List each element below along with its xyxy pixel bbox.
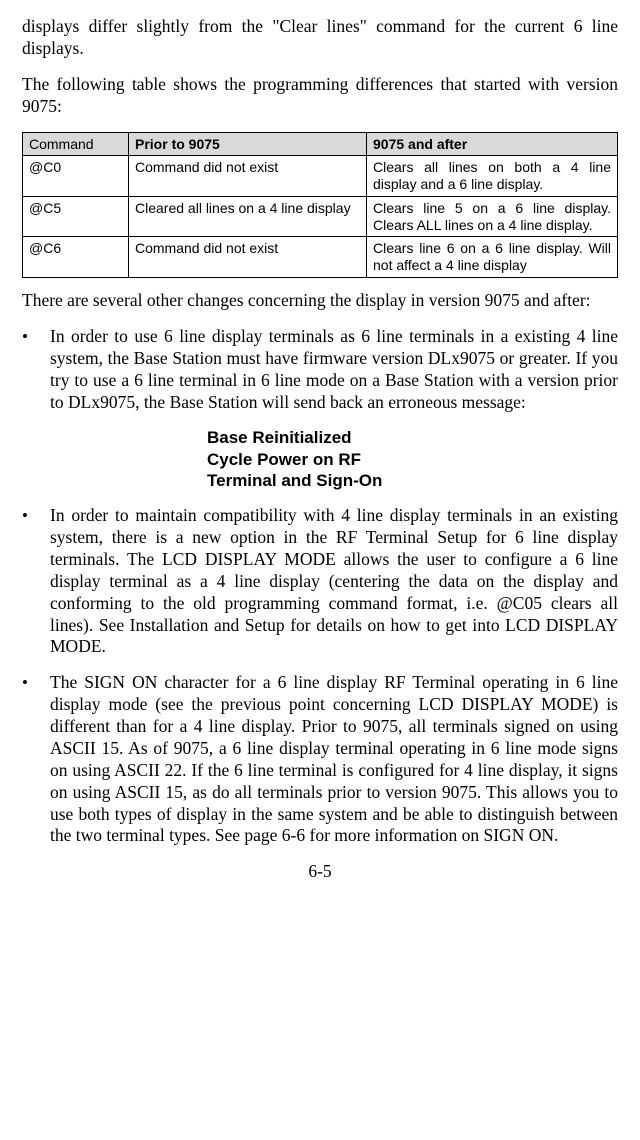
bullet-text-1: In order to use 6 line display terminals… bbox=[50, 326, 618, 414]
bullet-list: • In order to use 6 line display termina… bbox=[22, 326, 618, 414]
list-item: • In order to maintain compatibility wit… bbox=[22, 505, 618, 658]
bullet-text-2: In order to maintain compatibility with … bbox=[50, 505, 618, 658]
cell-cmd: @C5 bbox=[23, 196, 129, 237]
error-message-block: Base Reinitialized Cycle Power on RF Ter… bbox=[22, 427, 618, 491]
cell-after: Clears line 6 on a 6 line display. Will … bbox=[367, 237, 618, 278]
page-number: 6-5 bbox=[22, 861, 618, 883]
cell-prior: Command did not exist bbox=[129, 156, 367, 197]
cell-cmd: @C6 bbox=[23, 237, 129, 278]
table-row: @C6 Command did not exist Clears line 6 … bbox=[23, 237, 618, 278]
bullet-icon: • bbox=[22, 326, 50, 414]
header-command: Command bbox=[23, 132, 129, 156]
cell-prior: Command did not exist bbox=[129, 237, 367, 278]
paragraph-after-table: There are several other changes concerni… bbox=[22, 290, 618, 312]
cell-prior: Cleared all lines on a 4 line display bbox=[129, 196, 367, 237]
table-row: @C0 Command did not exist Clears all lin… bbox=[23, 156, 618, 197]
list-item: • In order to use 6 line display termina… bbox=[22, 326, 618, 414]
header-prior: Prior to 9075 bbox=[129, 132, 367, 156]
bullet-text-3: The SIGN ON character for a 6 line displ… bbox=[50, 672, 618, 847]
cell-after: Clears line 5 on a 6 line display. Clear… bbox=[367, 196, 618, 237]
table-row: @C5 Cleared all lines on a 4 line displa… bbox=[23, 196, 618, 237]
paragraph-top: displays differ slightly from the "Clear… bbox=[22, 16, 618, 60]
table-header-row: Command Prior to 9075 9075 and after bbox=[23, 132, 618, 156]
bullet-icon: • bbox=[22, 505, 50, 658]
paragraph-intro: The following table shows the programmin… bbox=[22, 74, 618, 118]
list-item: • The SIGN ON character for a 6 line dis… bbox=[22, 672, 618, 847]
cell-after: Clears all lines on both a 4 line displa… bbox=[367, 156, 618, 197]
bullet-icon: • bbox=[22, 672, 50, 847]
bullet-list-2: • In order to maintain compatibility wit… bbox=[22, 505, 618, 847]
command-table: Command Prior to 9075 9075 and after @C0… bbox=[22, 132, 618, 279]
cell-cmd: @C0 bbox=[23, 156, 129, 197]
header-after: 9075 and after bbox=[367, 132, 618, 156]
